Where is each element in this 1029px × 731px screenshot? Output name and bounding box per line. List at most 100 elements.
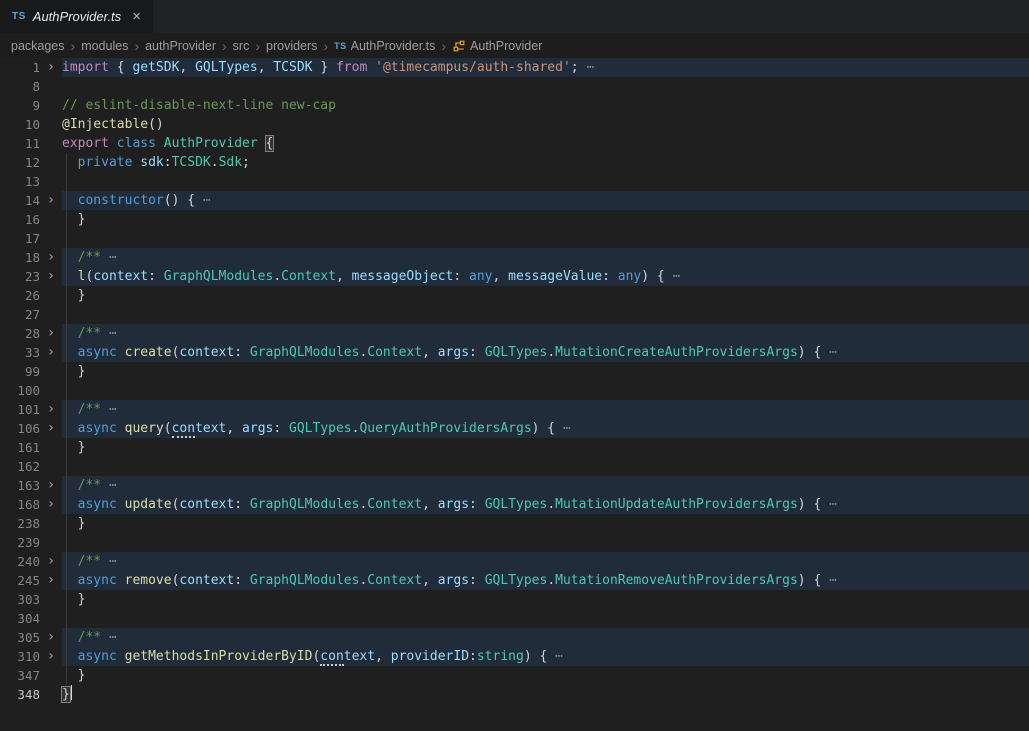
breadcrumb-item-modules[interactable]: modules [81,39,128,53]
code-content[interactable]: } [62,666,1029,685]
code-content[interactable]: } [62,286,1029,305]
line-number[interactable]: 238 [0,514,40,533]
line-number[interactable]: 101 [0,400,40,419]
code-token: /** [78,630,101,645]
fold-chevron-icon[interactable]: › [40,400,62,419]
folded-ellipsis: ⋯ [101,630,117,645]
line-number[interactable]: 99 [0,362,40,381]
code-content[interactable]: async update(context: GraphQLModules.Con… [62,495,1029,514]
code-content[interactable]: /** ⋯ [62,400,1029,419]
code-content[interactable]: // eslint-disable-next-line new-cap [62,96,1029,115]
code-content[interactable]: async create(context: GraphQLModules.Con… [62,343,1029,362]
line-number[interactable]: 28 [0,324,40,343]
code-content[interactable] [62,381,1029,400]
fold-chevron-icon[interactable]: › [40,248,62,267]
code-content[interactable]: async query(context, args: GQLTypes.Quer… [62,419,1029,438]
line-number[interactable]: 13 [0,172,40,191]
code-content[interactable]: async getMethodsInProviderByID(context, … [62,647,1029,666]
code-content[interactable] [62,77,1029,96]
line-number[interactable]: 106 [0,419,40,438]
line-number[interactable]: 348 [0,685,40,704]
line-number[interactable]: 12 [0,153,40,172]
line-number[interactable]: 11 [0,134,40,153]
line-number[interactable]: 304 [0,609,40,628]
line-number[interactable]: 27 [0,305,40,324]
code-content[interactable] [62,533,1029,552]
breadcrumb-item-src[interactable]: src [233,39,250,53]
breadcrumb-item-authprovider[interactable]: AuthProvider [452,39,542,53]
code-content[interactable]: /** ⋯ [62,324,1029,343]
line-number[interactable]: 16 [0,210,40,229]
code-content[interactable]: private sdk:TCSDK.Sdk; [62,153,1029,172]
line-number[interactable]: 8 [0,77,40,96]
line-number[interactable]: 18 [0,248,40,267]
fold-chevron-icon[interactable]: › [40,571,62,590]
fold-chevron-icon[interactable]: › [40,495,62,514]
code-content[interactable]: export class AuthProvider { [62,134,1029,153]
line-number[interactable]: 239 [0,533,40,552]
code-content[interactable] [62,172,1029,191]
fold-chevron-icon[interactable]: › [40,58,62,77]
breadcrumb-item-authprovider-ts[interactable]: TSAuthProvider.ts [334,39,435,53]
line-number[interactable]: 303 [0,590,40,609]
line-number[interactable]: 347 [0,666,40,685]
folded-ellipsis: ⋯ [547,649,563,664]
fold-chevron-icon[interactable]: › [40,324,62,343]
code-content[interactable] [62,609,1029,628]
line-number[interactable]: 9 [0,96,40,115]
code-content[interactable]: l(context: GraphQLModules.Context, messa… [62,267,1029,286]
line-number[interactable]: 1 [0,58,40,77]
code-line-17: 17› [0,229,1029,248]
code-content[interactable]: /** ⋯ [62,248,1029,267]
fold-chevron-icon[interactable]: › [40,628,62,647]
code-content[interactable] [62,457,1029,476]
breadcrumb-item-packages[interactable]: packages [11,39,65,53]
line-number[interactable]: 305 [0,628,40,647]
fold-chevron-icon[interactable]: › [40,343,62,362]
code-content[interactable]: /** ⋯ [62,628,1029,647]
code-token: async [78,345,125,360]
code-content[interactable]: } [62,685,1029,704]
close-icon[interactable]: × [132,9,141,24]
code-content[interactable] [62,305,1029,324]
fold-chevron-icon[interactable]: › [40,191,62,210]
line-number[interactable]: 14 [0,191,40,210]
line-number[interactable]: 10 [0,115,40,134]
code-content[interactable] [62,229,1029,248]
code-editor: 1›import { getSDK, GQLTypes, TCSDK } fro… [0,58,1029,731]
line-number[interactable]: 17 [0,229,40,248]
code-content[interactable]: } [62,590,1029,609]
line-number[interactable]: 310 [0,647,40,666]
code-content[interactable]: async remove(context: GraphQLModules.Con… [62,571,1029,590]
code-content[interactable]: constructor() { ⋯ [62,191,1029,210]
line-number[interactable]: 100 [0,381,40,400]
code-content[interactable]: /** ⋯ [62,552,1029,571]
gutter: 238› [0,514,62,533]
line-number[interactable]: 245 [0,571,40,590]
fold-chevron-icon[interactable]: › [40,419,62,438]
code-content[interactable]: } [62,514,1029,533]
line-number[interactable]: 240 [0,552,40,571]
fold-chevron-icon[interactable]: › [40,552,62,571]
code-token: : [234,573,250,588]
code-content[interactable]: } [62,362,1029,381]
code-content[interactable]: /** ⋯ [62,476,1029,495]
line-number[interactable]: 163 [0,476,40,495]
code-content[interactable]: import { getSDK, GQLTypes, TCSDK } from … [62,58,1029,77]
breadcrumb-item-authprovider[interactable]: authProvider [145,39,216,53]
line-number[interactable]: 162 [0,457,40,476]
line-number[interactable]: 23 [0,267,40,286]
code-content[interactable]: } [62,210,1029,229]
line-number[interactable]: 168 [0,495,40,514]
line-number[interactable]: 26 [0,286,40,305]
code-content[interactable]: @Injectable() [62,115,1029,134]
line-number[interactable]: 33 [0,343,40,362]
code-token: GQLTypes [485,345,548,360]
code-content[interactable]: } [62,438,1029,457]
fold-chevron-icon[interactable]: › [40,476,62,495]
tab-authprovider[interactable]: TS AuthProvider.ts × [0,0,153,33]
breadcrumb-item-providers[interactable]: providers [266,39,317,53]
fold-chevron-icon[interactable]: › [40,647,62,666]
line-number[interactable]: 161 [0,438,40,457]
fold-chevron-icon[interactable]: › [40,267,62,286]
